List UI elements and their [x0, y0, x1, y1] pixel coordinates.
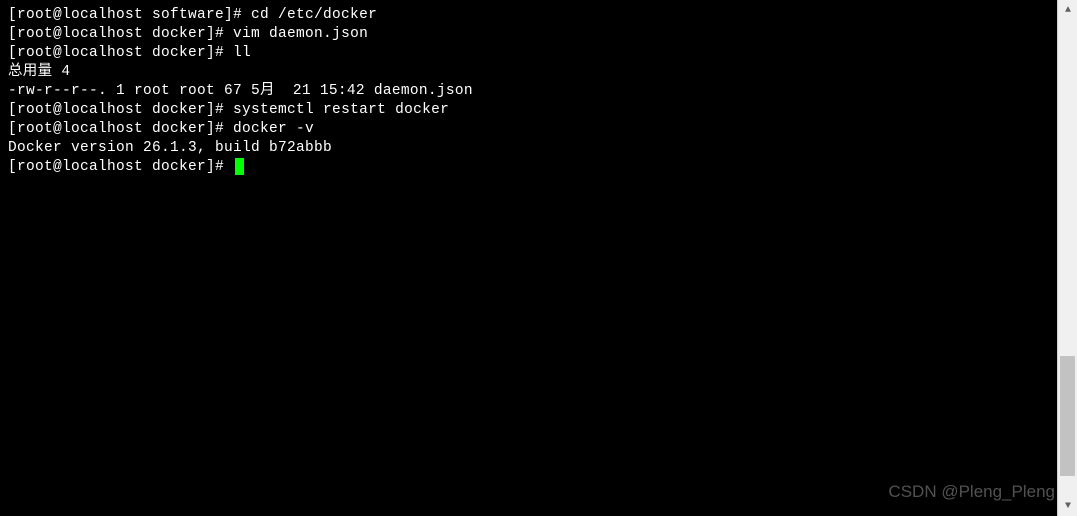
- shell-command: cd /etc/docker: [251, 7, 377, 23]
- shell-command: systemctl restart docker: [233, 102, 449, 118]
- terminal-line: 总用量 4: [8, 63, 1049, 82]
- scroll-down-arrow[interactable]: ▼: [1058, 496, 1077, 516]
- shell-command: vim daemon.json: [233, 26, 368, 42]
- terminal-line: [root@localhost docker]# docker -v: [8, 120, 1049, 139]
- vertical-scrollbar[interactable]: ▲ ▼: [1057, 0, 1077, 516]
- terminal-line: [root@localhost docker]# vim daemon.json: [8, 25, 1049, 44]
- terminal-cursor: [235, 158, 244, 175]
- window-container: [root@localhost software]# cd /etc/docke…: [0, 0, 1077, 516]
- shell-prompt: [root@localhost docker]#: [8, 102, 233, 118]
- terminal-line: [root@localhost docker]# systemctl resta…: [8, 101, 1049, 120]
- terminal-line: [root@localhost software]# cd /etc/docke…: [8, 6, 1049, 25]
- shell-output: -rw-r--r--. 1 root root 67 5月 21 15:42 d…: [8, 83, 473, 99]
- terminal-output[interactable]: [root@localhost software]# cd /etc/docke…: [0, 0, 1057, 516]
- terminal-line: [root@localhost docker]#: [8, 158, 1049, 177]
- shell-output: Docker version 26.1.3, build b72abbb: [8, 140, 332, 156]
- terminal-line: Docker version 26.1.3, build b72abbb: [8, 139, 1049, 158]
- shell-prompt: [root@localhost docker]#: [8, 26, 233, 42]
- shell-prompt: [root@localhost software]#: [8, 7, 251, 23]
- scroll-track[interactable]: [1058, 20, 1077, 496]
- scroll-up-arrow[interactable]: ▲: [1058, 0, 1077, 20]
- terminal-line: -rw-r--r--. 1 root root 67 5月 21 15:42 d…: [8, 82, 1049, 101]
- scroll-thumb[interactable]: [1060, 356, 1075, 476]
- shell-prompt: [root@localhost docker]#: [8, 159, 233, 175]
- shell-command: docker -v: [233, 121, 314, 137]
- shell-prompt: [root@localhost docker]#: [8, 121, 233, 137]
- terminal-line: [root@localhost docker]# ll: [8, 44, 1049, 63]
- shell-command: ll: [233, 45, 251, 61]
- shell-prompt: [root@localhost docker]#: [8, 45, 233, 61]
- shell-output: 总用量 4: [8, 64, 70, 80]
